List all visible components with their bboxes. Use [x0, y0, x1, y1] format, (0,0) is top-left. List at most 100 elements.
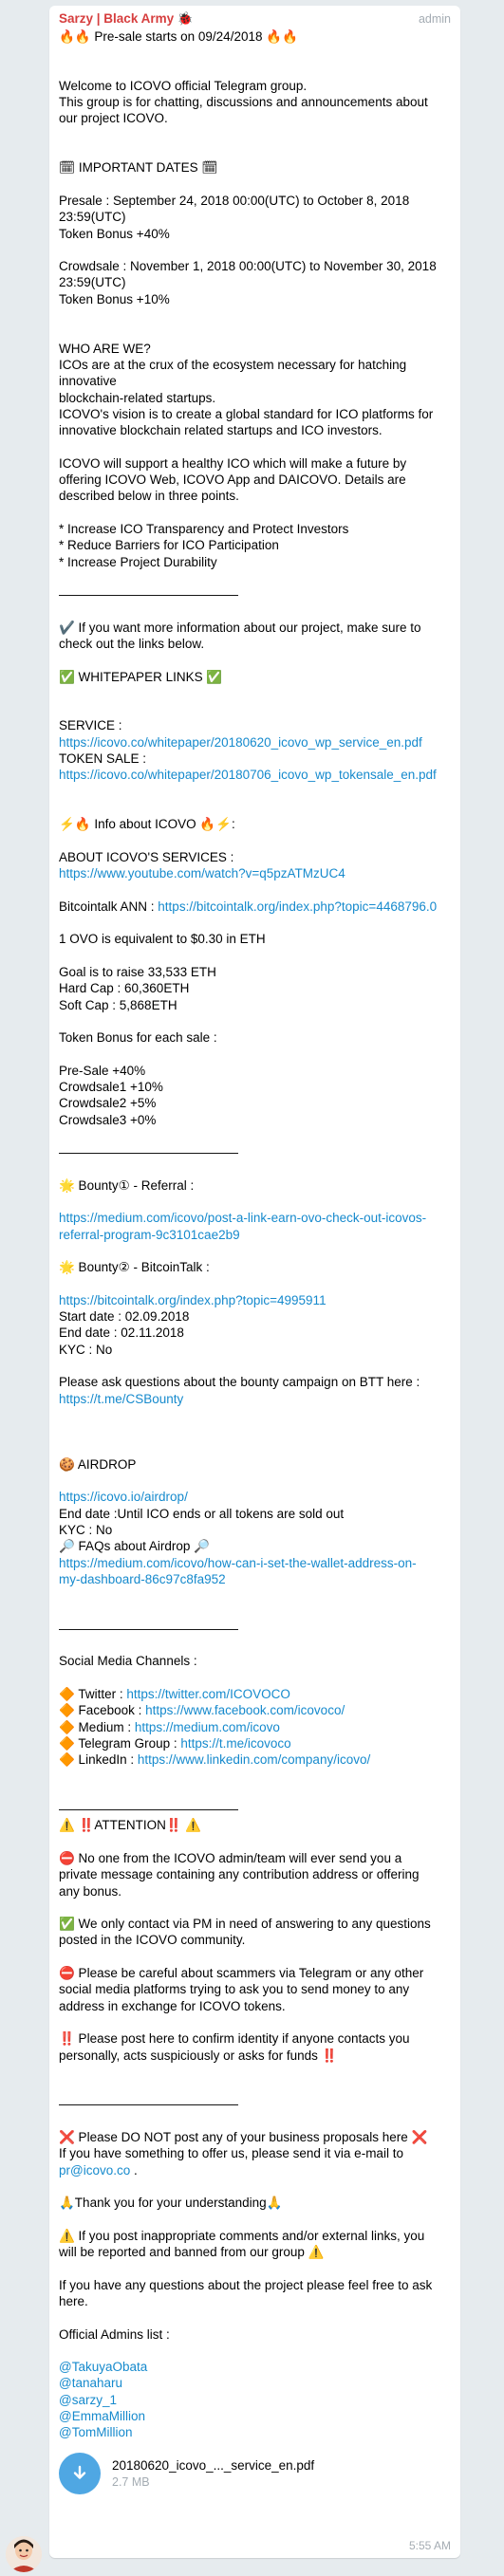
message-text-segment: 🔶 Twitter : [59, 1686, 127, 1701]
sender-avatar[interactable] [6, 2536, 42, 2572]
message-link[interactable]: https://icovo.co/whitepaper/20180706_ico… [59, 768, 437, 782]
message-text-segment: 🍪 AIRDROP [59, 1456, 137, 1472]
message-text-segment: social media platforms trying to ask you… [59, 1982, 410, 1997]
message-text-segment: ✅ We only contact via PM in need of answ… [59, 1917, 431, 1932]
message-line [59, 685, 451, 701]
message-line [59, 2343, 451, 2359]
message-line [59, 1834, 451, 1850]
message-line [59, 701, 451, 717]
message-line: any bonus. [59, 1883, 451, 1900]
message-text-segment: Crowdsale : November 1, 2018 00:00(UTC) … [59, 259, 437, 274]
message-link[interactable]: @TakuyaObata [59, 2360, 147, 2374]
message-text-segment: This group is for chatting, discussions … [59, 95, 428, 110]
message-line: End date :Until ICO ends or all tokens a… [59, 1506, 451, 1522]
message-line: Soft Cap : 5,868ETH [59, 997, 451, 1013]
message-line: private message containing any contribut… [59, 1866, 451, 1882]
message-link[interactable]: https://icovo.io/airdrop/ [59, 1490, 188, 1504]
message-line [59, 1128, 451, 1144]
message-line: referral-program-9c3101cae2b9 [59, 1227, 451, 1243]
message-link[interactable]: https://www.facebook.com/icovoco/ [145, 1703, 345, 1717]
message-text-segment: 1 OVO is equivalent to $0.30 in ETH [59, 932, 266, 947]
message-line: 23:59(UTC) [59, 209, 451, 225]
message-link[interactable]: https://t.me/icovoco [180, 1736, 290, 1751]
message-line [59, 1440, 451, 1456]
message-link[interactable]: https://icovo.co/whitepaper/20180620_ico… [59, 735, 422, 750]
message-text-segment: ❌ Please DO NOT post any of your busines… [59, 2130, 428, 2144]
message-line: Crowdsale : November 1, 2018 00:00(UTC) … [59, 258, 451, 274]
file-name[interactable]: 20180620_icovo_..._service_en.pdf [112, 2458, 314, 2473]
message-text-segment: here. [59, 2293, 88, 2308]
message-line [59, 176, 451, 193]
message-line: posted in the ICOVO community. [59, 1932, 451, 1948]
message-link[interactable]: https://medium.com/icovo [135, 1720, 280, 1734]
message-link[interactable]: referral-program-9c3101cae2b9 [59, 1228, 240, 1242]
message-line: Token Bonus for each sale : [59, 1029, 451, 1046]
message-line: Official Admins list : [59, 2326, 451, 2343]
message-link[interactable]: https://medium.com/icovo/post-a-link-ear… [59, 1211, 426, 1225]
message-text-segment: 🔶 Facebook : [59, 1703, 146, 1718]
message-line: innovative blockchain related startups a… [59, 422, 451, 438]
message-text-segment: Social Media Channels : [59, 1654, 197, 1669]
message-text-segment: ABOUT ICOVO'S SERVICES : [59, 849, 234, 864]
message-line [59, 2309, 451, 2326]
message-line: Pre-Sale +40% [59, 1063, 451, 1079]
message-line: KYC : No [59, 1522, 451, 1538]
message-line: 1 OVO is equivalent to $0.30 in ETH [59, 931, 451, 947]
message-text-segment: Crowdsale3 +0% [59, 1112, 157, 1127]
sender-name[interactable]: Sarzy | Black Army 🐞 [59, 11, 194, 27]
message-line [59, 1013, 451, 1029]
message-line: check out the links below. [59, 636, 451, 652]
message-link[interactable]: https://www.linkedin.com/company/icovo/ [138, 1752, 370, 1767]
message-text-segment: 🔶 Medium : [59, 1719, 135, 1734]
message-text-segment: 🌟 Bounty② - BitcoinTalk : [59, 1260, 210, 1275]
message-line: —————————————— [59, 1144, 451, 1160]
message-link[interactable]: https://www.youtube.com/watch?v=q5pzATMz… [59, 866, 345, 880]
message-text-segment: KYC : No [59, 1342, 113, 1357]
message-line: Please ask questions about the bounty ca… [59, 1374, 451, 1390]
message-link[interactable]: @tanaharu [59, 2376, 122, 2390]
message-line [59, 1046, 451, 1062]
message-text-segment: . [130, 2162, 138, 2178]
message-line: address in exchange for ICOVO tokens. [59, 1998, 451, 2014]
message-text-segment: KYC : No [59, 1523, 113, 1538]
message-text-segment: SERVICE : [59, 718, 122, 733]
message-line: 🔶 Medium : https://medium.com/icovo [59, 1719, 451, 1735]
message-link[interactable]: @TomMillion [59, 2425, 132, 2439]
message-line [59, 1243, 451, 1259]
message-line: ICOVO's vision is to create a global sta… [59, 406, 451, 422]
message-text-segment: will be reported and banned from our gro… [59, 2245, 325, 2260]
message-text-segment: ✔️ If you want more information about ou… [59, 620, 421, 635]
message-line: Crowdsale1 +10% [59, 1079, 451, 1095]
message-line: 🌟 Bounty② - BitcoinTalk : [59, 1259, 451, 1275]
message-link[interactable]: https://t.me/CSBounty [59, 1392, 183, 1406]
message-line: ⚠️ If you post inappropriate comments an… [59, 2228, 451, 2244]
message-link[interactable]: pr@icovo.co [59, 2163, 130, 2178]
message-line: innovative [59, 373, 451, 389]
message-link[interactable]: my-dashboard-86c97c8fa952 [59, 1572, 226, 1586]
message-line: * Increase ICO Transparency and Protect … [59, 521, 451, 537]
message-text-segment: —————————————— [59, 1145, 238, 1160]
message-link[interactable]: https://bitcointalk.org/index.php?topic=… [59, 1293, 327, 1307]
message-line: https://t.me/CSBounty [59, 1391, 451, 1407]
message-line: ⚡️🔥 Info about ICOVO 🔥⚡️: [59, 816, 451, 832]
message-link[interactable]: @sarzy_1 [59, 2393, 117, 2407]
message-line [59, 2260, 451, 2276]
message-line [59, 1949, 451, 1965]
message-line: ✅ We only contact via PM in need of answ… [59, 1916, 451, 1932]
download-icon[interactable] [59, 2452, 101, 2494]
message-text-segment: offering ICOVO Web, ICOVO App and DAICOV… [59, 473, 406, 488]
message-line [59, 570, 451, 586]
message-text-segment: posted in the ICOVO community. [59, 1933, 246, 1948]
message-line: @sarzy_1 [59, 2392, 451, 2408]
message-line [59, 45, 451, 61]
message-link[interactable]: https://medium.com/icovo/how-can-i-set-t… [59, 1556, 417, 1570]
message-text-segment: blockchain-related startups. [59, 390, 216, 405]
message-link[interactable]: @EmmaMillion [59, 2409, 145, 2423]
message-line: * Reduce Barriers for ICO Participation [59, 537, 451, 553]
message-line: https://www.youtube.com/watch?v=q5pzATMz… [59, 865, 451, 881]
message-link[interactable]: https://twitter.com/ICOVOCO [126, 1687, 290, 1701]
message-line: https://icovo.co/whitepaper/20180620_ico… [59, 734, 451, 751]
message-link[interactable]: https://bitcointalk.org/index.php?topic=… [158, 899, 437, 914]
file-attachment[interactable]: 20180620_icovo_..._service_en.pdf 2.7 MB [59, 2452, 451, 2494]
message-text-segment: described below in three points. [59, 489, 239, 504]
